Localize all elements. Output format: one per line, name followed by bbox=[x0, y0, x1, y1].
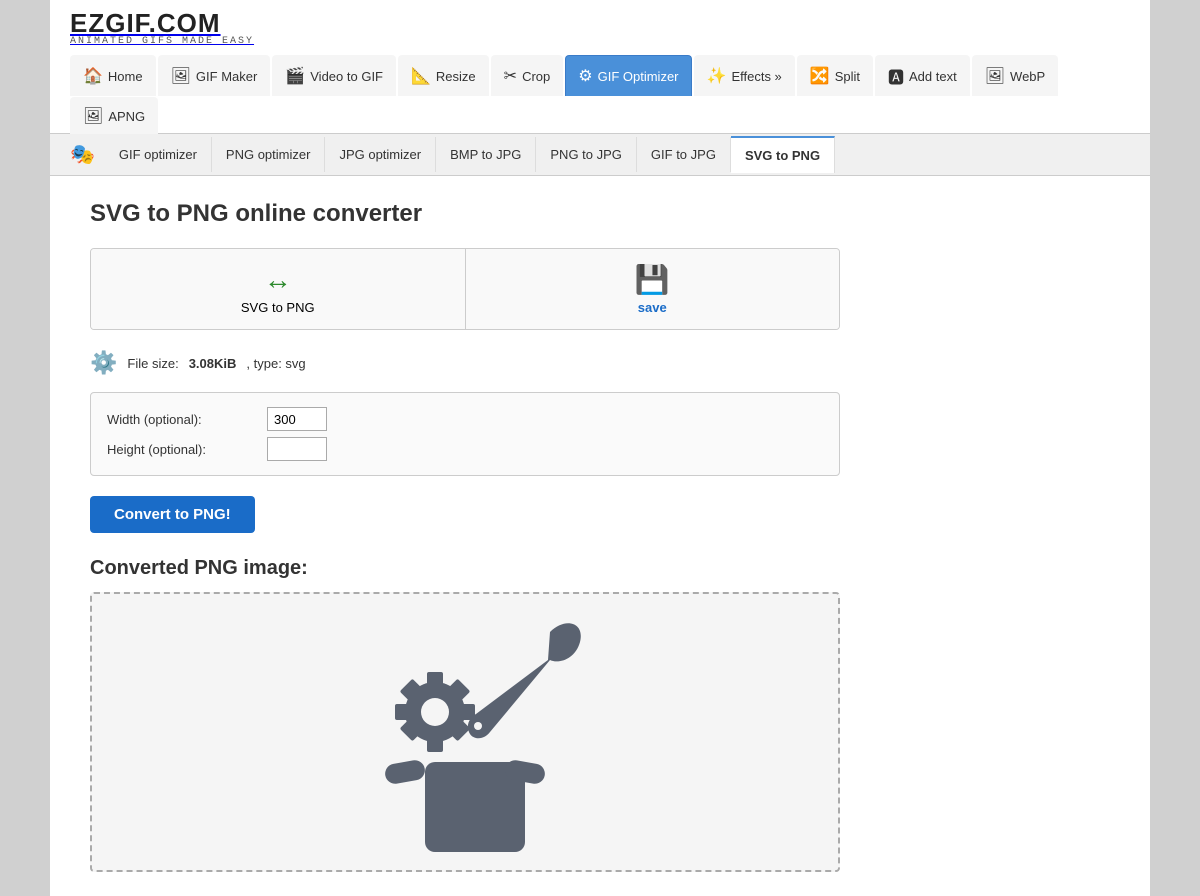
nav-icon-split: 🔀 bbox=[810, 66, 830, 86]
nav-item-apng[interactable]: 🖼 APNG bbox=[70, 97, 158, 134]
file-type-label: , type: svg bbox=[246, 356, 305, 371]
file-info: ⚙️ File size: 3.08KiB , type: svg bbox=[90, 350, 1110, 376]
subnav-item-jpg-optimizer[interactable]: JPG optimizer bbox=[325, 137, 436, 172]
nav-icon-crop: ✂ bbox=[504, 66, 517, 86]
nav-label-webp: WebP bbox=[1010, 69, 1045, 84]
sub-nav-logo-icon: 🎭 bbox=[60, 134, 105, 175]
upload-label: SVG to PNG bbox=[241, 300, 315, 315]
nav-item-resize[interactable]: 📐 Resize bbox=[398, 55, 489, 96]
logo-sub-text: ANIMATED GIFS MADE EASY bbox=[70, 36, 254, 47]
nav-label-home: Home bbox=[108, 69, 143, 84]
nav-icon-gif-optimizer: ⚙ bbox=[578, 66, 592, 86]
nav-label-crop: Crop bbox=[522, 69, 550, 84]
width-input[interactable] bbox=[267, 407, 327, 431]
nav-label-effects: Effects » bbox=[731, 69, 781, 84]
subnav-item-png-to-jpg[interactable]: PNG to JPG bbox=[536, 137, 637, 172]
width-option-row: Width (optional): bbox=[107, 407, 823, 431]
file-size-prefix: File size: bbox=[127, 356, 178, 371]
upload-icon: ↔ bbox=[264, 264, 292, 296]
site-logo[interactable]: EZGIF.COM ANIMATED GIFS MADE EASY bbox=[70, 10, 254, 47]
width-label: Width (optional): bbox=[107, 412, 267, 427]
nav-label-split: Split bbox=[835, 69, 860, 84]
nav-item-effects[interactable]: ✨ Effects » bbox=[694, 55, 795, 96]
nav-icon-home: 🏠 bbox=[83, 66, 103, 86]
file-size-value: 3.08KiB bbox=[189, 356, 237, 371]
nav-label-gif-optimizer: GIF Optimizer bbox=[598, 69, 679, 84]
convert-button[interactable]: Convert to PNG! bbox=[90, 496, 255, 533]
logo-main-text: EZGIF.COM bbox=[70, 10, 254, 36]
gear-icon: ⚙️ bbox=[90, 350, 117, 376]
save-icon: 💾 bbox=[635, 263, 670, 296]
height-label: Height (optional): bbox=[107, 442, 267, 457]
nav-icon-effects: ✨ bbox=[707, 66, 727, 86]
upload-button[interactable]: ↔ SVG to PNG bbox=[91, 249, 466, 329]
subnav-item-svg-to-png[interactable]: SVG to PNG bbox=[731, 136, 835, 173]
nav-label-add-text: Add text bbox=[909, 69, 957, 84]
nav-icon-resize: 📐 bbox=[411, 66, 431, 86]
nav-item-split[interactable]: 🔀 Split bbox=[797, 55, 873, 96]
options-box: Width (optional): Height (optional): bbox=[90, 392, 840, 476]
converted-image-preview bbox=[315, 602, 615, 862]
sub-navigation: 🎭 GIF optimizerPNG optimizerJPG optimize… bbox=[50, 134, 1150, 176]
nav-item-add-text[interactable]: 🅰 Add text bbox=[875, 55, 970, 96]
nav-label-video-to-gif: Video to GIF bbox=[310, 69, 383, 84]
save-label: save bbox=[638, 300, 667, 315]
nav-icon-video-to-gif: 🎬 bbox=[285, 66, 305, 86]
nav-label-apng: APNG bbox=[108, 109, 145, 124]
nav-item-webp[interactable]: 🖼 WebP bbox=[972, 55, 1058, 96]
nav-icon-add-text: 🅰 bbox=[888, 64, 904, 88]
nav-item-gif-maker[interactable]: 🖼 GIF Maker bbox=[158, 55, 271, 96]
height-input[interactable] bbox=[267, 437, 327, 461]
main-navigation: 🏠 Home 🖼 GIF Maker 🎬 Video to GIF 📐 Resize ✂ Crop… bbox=[70, 55, 1130, 133]
nav-icon-webp: 🖼 bbox=[985, 66, 1005, 86]
nav-label-resize: Resize bbox=[436, 69, 476, 84]
nav-item-gif-optimizer[interactable]: ⚙ GIF Optimizer bbox=[565, 55, 691, 96]
subnav-item-bmp-to-jpg[interactable]: BMP to JPG bbox=[436, 137, 536, 172]
page-title: SVG to PNG online converter bbox=[90, 200, 1110, 228]
nav-item-crop[interactable]: ✂ Crop bbox=[491, 55, 564, 96]
action-bar: ↔ SVG to PNG 💾 save bbox=[90, 248, 840, 330]
nav-item-home[interactable]: 🏠 Home bbox=[70, 55, 156, 96]
nav-item-video-to-gif[interactable]: 🎬 Video to GIF bbox=[272, 55, 396, 96]
converted-section: Converted PNG image: bbox=[90, 557, 1110, 872]
nav-icon-apng: 🖼 bbox=[83, 106, 103, 126]
nav-icon-gif-maker: 🖼 bbox=[171, 66, 191, 86]
subnav-item-png-optimizer[interactable]: PNG optimizer bbox=[212, 137, 326, 172]
converted-heading: Converted PNG image: bbox=[90, 557, 1110, 580]
subnav-item-gif-optimizer[interactable]: GIF optimizer bbox=[105, 137, 212, 172]
nav-label-gif-maker: GIF Maker bbox=[196, 69, 257, 84]
height-option-row: Height (optional): bbox=[107, 437, 823, 461]
converted-image-box bbox=[90, 592, 840, 872]
subnav-item-gif-to-jpg[interactable]: GIF to JPG bbox=[637, 137, 731, 172]
save-button[interactable]: 💾 save bbox=[466, 249, 840, 329]
